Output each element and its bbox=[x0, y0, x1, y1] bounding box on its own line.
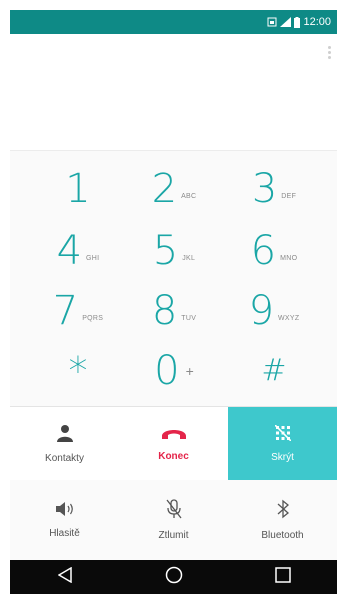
key-4[interactable]: 4 GHI bbox=[28, 221, 128, 281]
speaker-button[interactable]: Hlasitě bbox=[10, 480, 119, 560]
back-button[interactable] bbox=[45, 562, 85, 592]
key-1[interactable]: 1 bbox=[28, 159, 128, 219]
home-icon bbox=[165, 566, 183, 589]
home-button[interactable] bbox=[154, 562, 194, 592]
dial-keypad: 1 2 ABC 3 DEF 4 GHI 5 JKL 6 MNO 7 PQRS 8… bbox=[10, 150, 337, 406]
contacts-button[interactable]: Kontakty bbox=[10, 407, 119, 481]
key-0[interactable]: 0 + bbox=[124, 341, 224, 401]
key-3[interactable]: 3 DEF bbox=[224, 159, 324, 219]
recents-icon bbox=[274, 566, 291, 588]
person-icon bbox=[56, 424, 73, 447]
number-display[interactable] bbox=[10, 34, 337, 150]
key-5[interactable]: 5 JKL bbox=[124, 221, 224, 281]
key-7[interactable]: 7 PQRS bbox=[28, 281, 128, 341]
mic-mute-icon bbox=[165, 499, 182, 524]
mute-button[interactable]: Ztlumit bbox=[119, 480, 228, 560]
signal-icon bbox=[280, 17, 292, 27]
key-2[interactable]: 2 ABC bbox=[124, 159, 224, 219]
key-6[interactable]: 6 MNO bbox=[224, 221, 324, 281]
bluetooth-icon bbox=[276, 499, 290, 524]
speaker-icon bbox=[55, 501, 75, 522]
end-call-button[interactable]: Konec bbox=[119, 407, 228, 481]
in-call-options: Hlasitě Ztlumit Bluetooth bbox=[10, 480, 337, 560]
battery-icon bbox=[294, 16, 301, 28]
key-8[interactable]: 8 TUV bbox=[124, 281, 224, 341]
back-icon bbox=[57, 566, 72, 588]
hide-keypad-button[interactable]: Skrýt bbox=[228, 407, 337, 481]
status-bar: 12:00 bbox=[10, 10, 337, 34]
key-9[interactable]: 9 WXYZ bbox=[224, 281, 324, 341]
key-star[interactable]: * bbox=[28, 341, 128, 401]
more-options-icon[interactable] bbox=[328, 46, 331, 59]
bluetooth-button[interactable]: Bluetooth bbox=[228, 480, 337, 560]
call-actions: Kontakty Konec Skrýt bbox=[10, 406, 337, 481]
status-time: 12:00 bbox=[303, 16, 331, 28]
sim-icon bbox=[267, 17, 277, 27]
hang-up-icon bbox=[160, 426, 188, 445]
recents-button[interactable] bbox=[263, 562, 303, 592]
key-hash[interactable]: # bbox=[224, 341, 324, 401]
navigation-bar bbox=[10, 560, 337, 594]
dialpad-hide-icon bbox=[273, 424, 292, 446]
